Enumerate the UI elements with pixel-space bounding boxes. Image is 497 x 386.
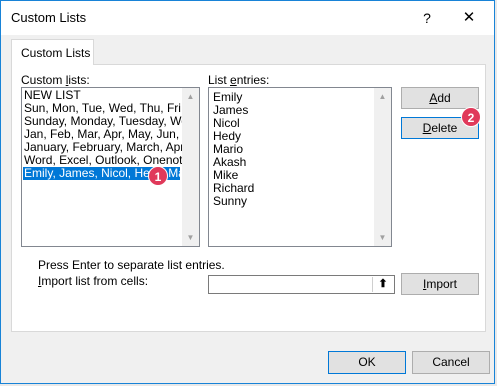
scroll-up-icon[interactable]: ▲ xyxy=(182,88,199,105)
custom-lists-label-pre: Custom xyxy=(21,73,66,87)
delete-mnemonic: D xyxy=(422,121,432,135)
list-entries-label: List entries: xyxy=(208,73,269,87)
list-entries-scrollbar[interactable]: ▲ ▼ xyxy=(374,88,391,246)
import-label: Import list from cells: xyxy=(38,274,148,288)
custom-lists-scrollbar[interactable]: ▲ ▼ xyxy=(182,88,199,246)
tab-label: Custom Lists xyxy=(21,46,91,60)
list-entries-label-mnemonic: e xyxy=(230,73,237,87)
import-button[interactable]: Import xyxy=(401,273,479,295)
custom-lists-label-post: ists: xyxy=(68,73,90,87)
close-icon[interactable]: ✕ xyxy=(449,1,489,35)
import-label-post: mport list from cells: xyxy=(41,274,149,288)
step-badge-2: 2 xyxy=(461,107,481,127)
custom-lists-label: Custom lists: xyxy=(21,73,90,87)
separate-hint: Press Enter to separate list entries. xyxy=(38,258,225,272)
entry-line: Sunny xyxy=(213,194,248,208)
add-post: dd xyxy=(437,91,451,105)
scroll-up-icon[interactable]: ▲ xyxy=(374,88,391,105)
collapse-dialog-icon[interactable]: ⬆ xyxy=(372,277,393,292)
title-bar: Custom Lists ? ✕ xyxy=(1,1,494,35)
scroll-down-icon[interactable]: ▼ xyxy=(182,229,199,246)
list-entries-textarea[interactable]: Emily James Nicol Hedy Mario Akash Mike … xyxy=(208,87,392,247)
ok-button[interactable]: OK xyxy=(328,351,406,374)
tab-custom-lists[interactable]: Custom Lists xyxy=(11,39,94,65)
step-badge-1: 1 xyxy=(148,166,168,186)
delete-post: elete xyxy=(431,121,458,135)
custom-lists-dialog: Custom Lists ? ✕ Custom Lists Custom lis… xyxy=(0,0,495,384)
dialog-title: Custom Lists xyxy=(11,10,87,25)
list-entries-label-post: ntries: xyxy=(236,73,270,87)
cancel-button[interactable]: Cancel xyxy=(412,351,490,374)
list-entries-label-pre: List xyxy=(208,73,231,87)
custom-lists-listbox[interactable]: NEW LIST Sun, Mon, Tue, Wed, Thu, Fri, S… xyxy=(21,87,200,247)
help-button[interactable]: ? xyxy=(407,1,447,35)
import-post: mport xyxy=(426,277,458,291)
scroll-down-icon[interactable]: ▼ xyxy=(374,229,391,246)
add-button[interactable]: Add xyxy=(401,87,479,109)
import-range-input[interactable]: ⬆ xyxy=(208,275,395,294)
